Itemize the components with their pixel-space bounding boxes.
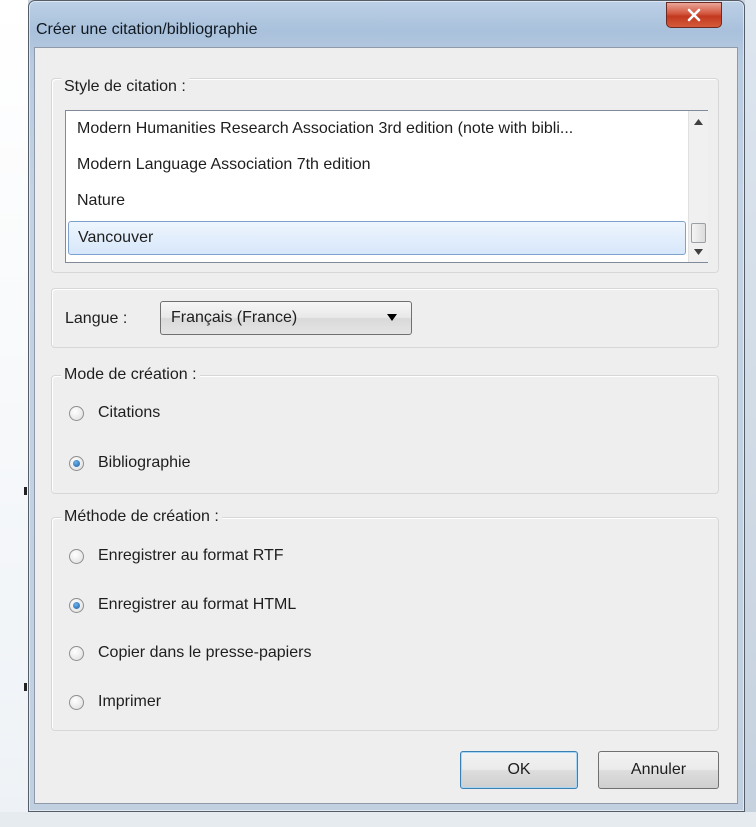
radio-button[interactable]: [69, 548, 84, 564]
radio-bibliographie[interactable]: Bibliographie: [69, 451, 191, 475]
radio-citations[interactable]: Citations: [69, 401, 160, 425]
radio-label: Imprimer: [98, 693, 162, 710]
language-label: Langue :: [65, 310, 128, 327]
language-dropdown[interactable]: Français (France): [160, 301, 412, 335]
scroll-up-arrow-icon: [694, 119, 703, 125]
scroll-down-arrow-icon: [694, 249, 703, 255]
desktop-edge-mark: [24, 487, 27, 495]
citation-style-item[interactable]: Nature: [68, 185, 686, 219]
listbox-scrollbar[interactable]: [688, 111, 708, 262]
radio-print[interactable]: Imprimer: [69, 690, 161, 714]
ok-button[interactable]: OK: [460, 751, 578, 789]
dialog-client-area: Style de citation : Modern Humanities Re…: [34, 47, 738, 804]
dialog-title: Créer une citation/bibliographie: [36, 21, 258, 38]
citation-style-item-selected[interactable]: Vancouver: [68, 221, 686, 255]
radio-html[interactable]: Enregistrer au format HTML: [69, 593, 296, 617]
radio-button-checked[interactable]: [69, 455, 84, 471]
desktop-background-right: [745, 0, 756, 827]
citation-style-listbox[interactable]: Modern Humanities Research Association 3…: [65, 110, 708, 263]
desktop-edge-mark: [24, 683, 27, 691]
creation-mode-legend: Mode de création :: [61, 366, 200, 384]
desktop-background-bottom: [0, 812, 756, 827]
radio-label: Bibliographie: [98, 454, 191, 471]
radio-button[interactable]: [69, 405, 84, 421]
scroll-up-button[interactable]: [689, 113, 708, 131]
close-button[interactable]: [666, 2, 722, 28]
radio-clipboard[interactable]: Copier dans le presse-papiers: [69, 641, 311, 665]
radio-label: Enregistrer au format RTF: [98, 547, 284, 564]
radio-button[interactable]: [69, 694, 84, 710]
scrollbar-thumb[interactable]: [691, 223, 706, 243]
citation-dialog-window: Créer une citation/bibliographie Style d…: [28, 0, 745, 812]
cancel-button[interactable]: Annuler: [598, 751, 719, 789]
citation-style-item[interactable]: Modern Language Association 7th edition: [68, 149, 686, 183]
radio-label: Citations: [98, 404, 161, 421]
scroll-down-button[interactable]: [689, 243, 708, 261]
radio-button[interactable]: [69, 645, 84, 661]
radio-label: Copier dans le presse-papiers: [98, 644, 312, 661]
citation-style-legend: Style de citation :: [61, 78, 189, 96]
radio-rtf[interactable]: Enregistrer au format RTF: [69, 544, 284, 568]
radio-label: Enregistrer au format HTML: [98, 596, 297, 613]
language-selected-value: Français (France): [171, 309, 298, 326]
citation-style-item[interactable]: Modern Humanities Research Association 3…: [68, 113, 686, 147]
radio-button-checked[interactable]: [69, 597, 84, 613]
creation-mode-group: [51, 375, 719, 494]
chevron-down-icon: [387, 314, 397, 321]
desktop-background-left: [0, 0, 28, 827]
creation-method-legend: Méthode de création :: [61, 508, 222, 526]
close-icon: [687, 8, 701, 22]
